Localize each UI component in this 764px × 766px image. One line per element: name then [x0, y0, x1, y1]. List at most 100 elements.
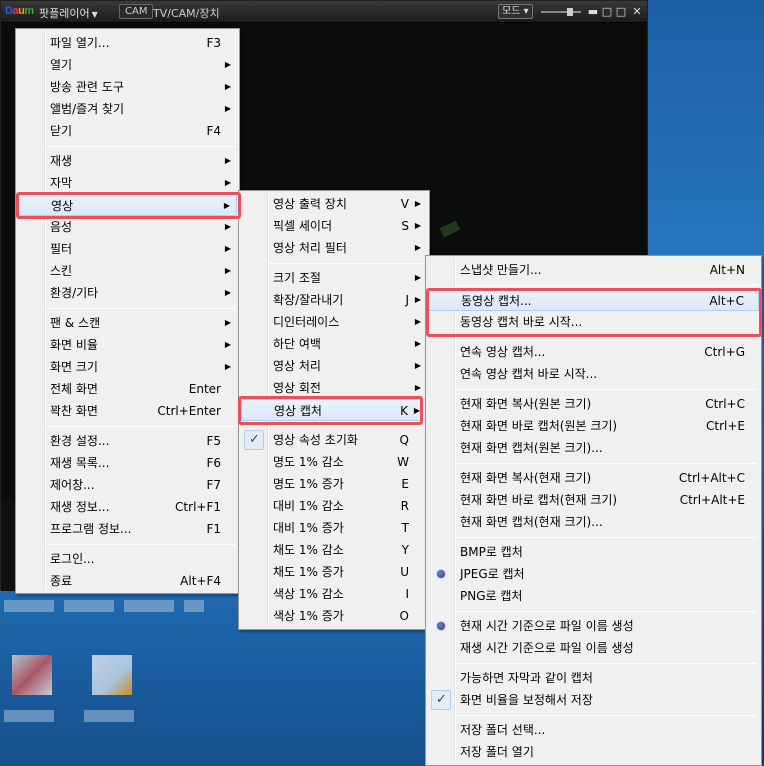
app-menu-button[interactable]: 팟플레이어 ▼: [39, 5, 98, 21]
video-menu-item-14[interactable]: 대비 1% 증가 T: [241, 517, 427, 539]
video-menu-item-label: 하단 여백: [273, 337, 321, 351]
capture-menu-item-15[interactable]: 재생 시간 기준으로 파일 이름 생성: [428, 637, 759, 659]
main-menu-item-2[interactable]: 방송 관련 도구 ▶: [18, 76, 237, 98]
video-menu-item-13[interactable]: 대비 1% 감소 R: [241, 495, 427, 517]
maximize-icon[interactable]: □: [615, 5, 627, 18]
video-menu-item-15[interactable]: 채도 1% 감소 Y: [241, 539, 427, 561]
video-menu-item-17[interactable]: 색상 1% 감소 I: [241, 583, 427, 605]
main-menu-item-shortcut: Alt+F4: [180, 574, 221, 588]
video-menu-item-label: 크기 조절: [273, 271, 321, 285]
video-menu-item-shortcut: Q: [399, 433, 409, 447]
restore-icon[interactable]: □: [601, 5, 613, 18]
capture-menu-item-label: 현재 화면 복사(원본 크기): [460, 397, 592, 411]
capture-menu-item-0[interactable]: 스냅샷 만들기... Alt+N: [428, 259, 759, 281]
capture-menu-item-shortcut: Ctrl+E: [706, 419, 745, 433]
capture-menu-item-12[interactable]: JPEG로 캡처: [428, 563, 759, 585]
video-menu-item-1[interactable]: 픽셀 세이더 S ▶: [241, 215, 427, 237]
capture-menu-item-16[interactable]: 가능하면 자막과 같이 캡처: [428, 667, 759, 689]
close-icon[interactable]: ✕: [631, 5, 643, 18]
capture-menu-item-19[interactable]: 저장 폴더 열기: [428, 741, 759, 763]
video-menu-item-shortcut: T: [401, 521, 409, 535]
capture-menu-item-label: 현재 시간 기준으로 파일 이름 생성: [460, 619, 634, 633]
main-menu-item-22[interactable]: 로그인...: [18, 548, 237, 570]
video-menu-item-10[interactable]: ✓ 영상 속성 초기화 Q: [241, 429, 427, 451]
main-menu-item-23[interactable]: 종료 Alt+F4: [18, 570, 237, 592]
menu-separator: [456, 663, 757, 664]
cam-badge[interactable]: CAM: [119, 4, 154, 19]
capture-menu-item-4[interactable]: 연속 영상 캡처 바로 시작...: [428, 363, 759, 385]
capture-menu-item-14[interactable]: 현재 시간 기준으로 파일 이름 생성: [428, 615, 759, 637]
main-menu-item-4[interactable]: 닫기 F4: [18, 120, 237, 142]
video-menu-item-6[interactable]: 하단 여백 ▶: [241, 333, 427, 355]
video-menu-item-2[interactable]: 영상 처리 필터 ▶: [241, 237, 427, 259]
capture-menu-item-7[interactable]: 현재 화면 캡처(원본 크기)...: [428, 437, 759, 459]
capture-menu-item-6[interactable]: 현재 화면 바로 캡처(원본 크기) Ctrl+E: [428, 415, 759, 437]
main-menu-item-label: 스킨: [50, 264, 73, 278]
main-menu-item-label: 자막: [50, 176, 73, 190]
submenu-arrow-icon: ▶: [224, 266, 231, 275]
minimize-icon[interactable]: ▬: [587, 5, 599, 18]
volume-slider-knob[interactable]: [567, 8, 573, 16]
main-menu-item-3[interactable]: 앨범/즐겨 찾기 ▶: [18, 98, 237, 120]
desktop-icon-1[interactable]: [12, 655, 52, 695]
video-menu-item-label: 색상 1% 증가: [273, 609, 344, 623]
main-menu-item-18[interactable]: 재생 목록... F6: [18, 452, 237, 474]
video-menu-item-16[interactable]: 채도 1% 증가 U: [241, 561, 427, 583]
video-menu-item-12[interactable]: 명도 1% 증가 E: [241, 473, 427, 495]
video-menu-item-label: 영상 속성 초기화: [273, 433, 358, 447]
volume-slider[interactable]: [541, 8, 581, 16]
capture-menu-item-label: 저장 폴더 선택...: [460, 723, 546, 737]
main-menu-item-shortcut: F4: [206, 124, 221, 138]
video-menu-item-5[interactable]: 디인터레이스 ▶: [241, 311, 427, 333]
main-menu-item-label: 닫기: [50, 124, 73, 138]
main-menu-item-12[interactable]: 팬 & 스캔 ▶: [18, 312, 237, 334]
mode-button-label: 모드: [502, 6, 521, 17]
main-menu-item-5[interactable]: 재생 ▶: [18, 150, 237, 172]
menu-separator: [456, 285, 757, 286]
capture-menu-item-11[interactable]: BMP로 캡처: [428, 541, 759, 563]
main-menu-item-14[interactable]: 화면 크기 ▶: [18, 356, 237, 378]
main-menu-item-19[interactable]: 제어창... F7: [18, 474, 237, 496]
capture-menu-item-label: JPEG로 캡처: [460, 567, 525, 581]
video-menu-item-label: 대비 1% 감소: [273, 499, 344, 513]
capture-menu-item-17[interactable]: ✓ 화면 비율을 보정해서 저장: [428, 689, 759, 711]
capture-menu-item-8[interactable]: 현재 화면 복사(현재 크기) Ctrl+Alt+C: [428, 467, 759, 489]
capture-menu-item-10[interactable]: 현재 화면 캡처(현재 크기)...: [428, 511, 759, 533]
desktop-icon-2[interactable]: [92, 655, 132, 695]
video-menu-item-label: 대비 1% 증가: [273, 521, 344, 535]
video-menu-item-3[interactable]: 크기 조절 ▶: [241, 267, 427, 289]
video-menu-item-18[interactable]: 색상 1% 증가 O: [241, 605, 427, 627]
capture-menu-item-3[interactable]: 연속 영상 캡처... Ctrl+G: [428, 341, 759, 363]
capture-menu-item-label: 현재 화면 바로 캡처(원본 크기): [460, 419, 618, 433]
main-menu-item-10[interactable]: 스킨 ▶: [18, 260, 237, 282]
capture-menu-item-5[interactable]: 현재 화면 복사(원본 크기) Ctrl+C: [428, 393, 759, 415]
main-menu-item-17[interactable]: 환경 설정... F5: [18, 430, 237, 452]
video-menu-item-label: 영상 처리: [273, 359, 321, 373]
menu-separator: [456, 537, 757, 538]
capture-menu-item-9[interactable]: 현재 화면 바로 캡처(현재 크기) Ctrl+Alt+E: [428, 489, 759, 511]
main-menu-item-9[interactable]: 필터 ▶: [18, 238, 237, 260]
main-menu-item-21[interactable]: 프로그램 정보... F1: [18, 518, 237, 540]
menu-separator: [269, 263, 425, 264]
main-menu-item-0[interactable]: 파일 열기... F3: [18, 32, 237, 54]
video-menu-item-7[interactable]: 영상 처리 ▶: [241, 355, 427, 377]
main-menu-item-13[interactable]: 화면 비율 ▶: [18, 334, 237, 356]
submenu-arrow-icon: ▶: [224, 104, 231, 113]
video-menu-item-11[interactable]: 명도 1% 감소 W: [241, 451, 427, 473]
main-menu-item-16[interactable]: 꽉찬 화면 Ctrl+Enter: [18, 400, 237, 422]
main-menu-item-11[interactable]: 환경/기타 ▶: [18, 282, 237, 304]
video-menu-item-0[interactable]: 영상 출력 장치 V ▶: [241, 193, 427, 215]
mode-button[interactable]: 모드 ▾: [498, 4, 533, 19]
main-menu-item-15[interactable]: 전체 화면 Enter: [18, 378, 237, 400]
capture-menu-item-13[interactable]: PNG로 캡처: [428, 585, 759, 607]
capture-menu-item-label: 화면 비율을 보정해서 저장: [460, 693, 593, 707]
main-menu-item-20[interactable]: 재생 정보... Ctrl+F1: [18, 496, 237, 518]
main-menu-item-1[interactable]: 열기 ▶: [18, 54, 237, 76]
video-menu-item-4[interactable]: 확장/잘라내기 J ▶: [241, 289, 427, 311]
desktop-icon-labels-2: [4, 710, 144, 722]
main-menu-item-6[interactable]: 자막 ▶: [18, 172, 237, 194]
capture-menu-item-18[interactable]: 저장 폴더 선택...: [428, 719, 759, 741]
main-menu-item-label: 환경/기타: [50, 286, 99, 300]
video-menu-item-label: 명도 1% 증가: [273, 477, 344, 491]
main-menu-item-8[interactable]: 음성 ▶: [18, 216, 237, 238]
